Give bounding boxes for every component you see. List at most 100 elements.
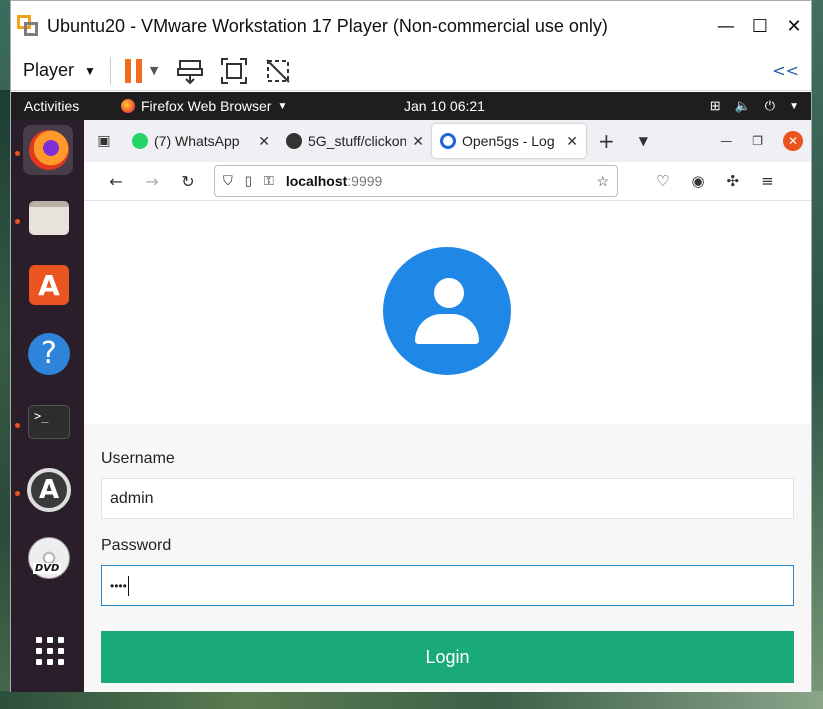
firefox-icon xyxy=(121,99,135,113)
volume-icon: 🔈 xyxy=(734,98,751,113)
open5gs-icon xyxy=(440,133,456,149)
restore-icon[interactable]: ❐ xyxy=(752,134,763,148)
collapse-toolbar-button[interactable]: << xyxy=(772,61,799,80)
extensions-icon[interactable]: ✣ xyxy=(727,172,740,190)
maximize-button[interactable]: ☐ xyxy=(743,1,777,51)
dock-terminal[interactable]: >_ xyxy=(23,397,73,447)
system-menu[interactable]: ⊞ 🔈 ⏻ ▼ xyxy=(710,98,799,114)
tab-overview-icon[interactable]: ▣ xyxy=(84,133,124,149)
gnome-topbar: Activities Firefox Web Browser ▼ Jan 10 … xyxy=(11,92,811,120)
page-icon[interactable]: ▯ xyxy=(245,173,252,189)
tab-label: 5G_stuff/clickon xyxy=(308,133,407,149)
dock-dvd[interactable]: DVD xyxy=(23,533,73,583)
username-label: Username xyxy=(101,450,175,467)
firefox-icon xyxy=(29,130,69,170)
url-port: :9999 xyxy=(347,173,383,189)
bookmark-star-icon[interactable]: ☆ xyxy=(596,173,609,190)
app-menu-label: Firefox Web Browser xyxy=(141,98,272,114)
app-menu[interactable]: Firefox Web Browser ▼ xyxy=(121,98,287,114)
pocket-icon[interactable]: ♡ xyxy=(656,172,669,190)
github-icon xyxy=(286,133,302,149)
network-icon: ⊞ xyxy=(709,98,721,113)
power-icon: ⏻ xyxy=(764,98,776,113)
dvd-icon: DVD xyxy=(28,537,70,579)
login-header xyxy=(84,202,811,424)
running-indicator xyxy=(15,423,20,428)
unity-mode-icon[interactable] xyxy=(264,57,292,85)
reload-icon[interactable]: ↻ xyxy=(170,172,206,191)
dock-firefox[interactable] xyxy=(23,125,73,175)
removable-devices-icon[interactable] xyxy=(176,57,204,85)
chevron-down-icon: ▼ xyxy=(84,63,96,78)
running-indicator xyxy=(15,219,20,224)
running-indicator xyxy=(15,151,20,156)
tab-open5gs[interactable]: Open5gs - Log ✕ xyxy=(432,124,586,158)
list-all-tabs-chevron-icon[interactable]: ▼ xyxy=(639,134,648,148)
vmware-window: Ubuntu20 - VMware Workstation 17 Player … xyxy=(10,0,812,692)
tab-label: (7) WhatsApp xyxy=(154,133,240,149)
firefox-window: ▣ (7) WhatsApp ✕ 5G_stuff/clickon ✕ Open… xyxy=(84,120,811,692)
desktop-background-bottom xyxy=(0,691,823,709)
close-button[interactable]: ✕ xyxy=(777,1,811,51)
tab-bar: ▣ (7) WhatsApp ✕ 5G_stuff/clickon ✕ Open… xyxy=(84,120,811,162)
help-icon: ? xyxy=(28,333,70,375)
fullscreen-icon[interactable] xyxy=(220,57,248,85)
ubuntu-guest-screen: Activities Firefox Web Browser ▼ Jan 10 … xyxy=(11,92,811,692)
player-menu-label: Player xyxy=(23,60,75,80)
password-value: •••• xyxy=(110,578,127,593)
minimize-button[interactable]: — xyxy=(709,1,743,51)
shield-icon[interactable]: ⛉ xyxy=(223,173,233,189)
player-menu-button[interactable]: Player ▼ xyxy=(23,60,96,81)
close-icon[interactable]: ✕ xyxy=(412,133,424,150)
chevron-down-icon: ▼ xyxy=(789,100,799,112)
desktop-background-right xyxy=(811,0,823,709)
files-icon xyxy=(29,201,69,235)
dock-ubuntu-software[interactable]: A xyxy=(23,261,73,311)
dock-help[interactable]: ? xyxy=(23,329,73,379)
running-indicator xyxy=(15,491,20,496)
minimize-icon[interactable]: — xyxy=(720,134,732,148)
back-arrow-icon[interactable]: ← xyxy=(98,172,134,191)
dock-files[interactable] xyxy=(23,193,73,243)
new-tab-button[interactable]: + xyxy=(598,129,615,153)
show-applications-button[interactable] xyxy=(23,625,73,675)
tab-whatsapp[interactable]: (7) WhatsApp ✕ xyxy=(124,124,278,158)
software-store-icon: A xyxy=(29,265,69,305)
text-cursor xyxy=(127,575,129,596)
ubuntu-dock: A ? >_ A DVD xyxy=(11,120,84,692)
clock[interactable]: Jan 10 06:21 xyxy=(404,98,485,114)
navigation-bar: ← → ↻ ⛉ ▯ ⚿ localhost :9999 ☆ ♡ ◉ ✣ ≡ xyxy=(84,162,811,201)
vmware-titlebar: Ubuntu20 - VMware Workstation 17 Player … xyxy=(11,1,811,51)
activities-button[interactable]: Activities xyxy=(11,98,121,114)
user-avatar-icon xyxy=(383,247,511,375)
username-value: admin xyxy=(110,489,154,507)
tab-github[interactable]: 5G_stuff/clickon ✕ xyxy=(278,124,432,158)
software-updater-icon: A xyxy=(27,468,71,512)
key-icon[interactable]: ⚿ xyxy=(264,173,274,189)
menu-hamburger-icon[interactable]: ≡ xyxy=(761,172,774,190)
pause-icon[interactable] xyxy=(124,58,142,83)
forward-arrow-icon[interactable]: → xyxy=(134,172,170,191)
whatsapp-icon xyxy=(132,133,148,149)
password-field[interactable]: •••• xyxy=(101,565,794,606)
page-content: Username admin Password •••• Login xyxy=(84,202,811,692)
url-bar[interactable]: ⛉ ▯ ⚿ localhost :9999 ☆ xyxy=(214,165,618,197)
url-host: localhost xyxy=(285,173,348,189)
terminal-icon: >_ xyxy=(28,405,70,439)
power-options-chevron-icon[interactable]: ▼ xyxy=(150,64,158,77)
close-icon[interactable]: ✕ xyxy=(258,133,270,150)
tab-label: Open5gs - Log xyxy=(462,133,555,149)
login-button[interactable]: Login xyxy=(101,631,794,683)
close-icon[interactable]: ✕ xyxy=(566,133,578,150)
window-title: Ubuntu20 - VMware Workstation 17 Player … xyxy=(47,15,608,36)
chevron-down-icon: ▼ xyxy=(277,100,288,112)
app-grid-icon xyxy=(36,637,64,665)
toolbar-divider xyxy=(109,56,111,85)
account-icon[interactable]: ◉ xyxy=(691,172,704,190)
dock-software-updater[interactable]: A xyxy=(23,465,73,515)
username-field[interactable]: admin xyxy=(101,478,794,519)
close-window-button[interactable]: ✕ xyxy=(783,131,803,151)
vmware-logo-icon xyxy=(15,13,41,39)
desktop-background-left xyxy=(0,90,10,709)
password-label: Password xyxy=(101,537,172,554)
